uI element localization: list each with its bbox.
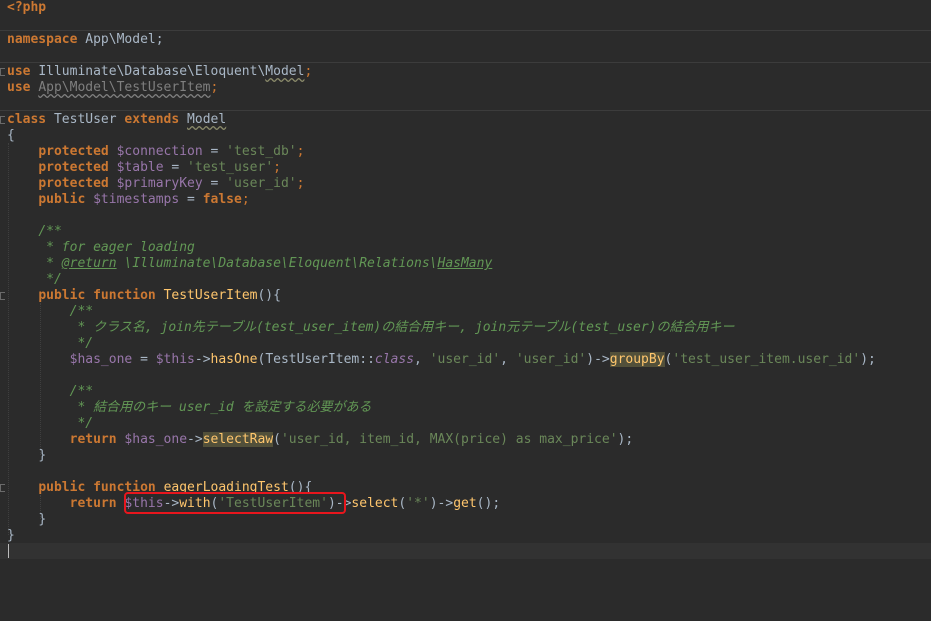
brace: } xyxy=(38,512,47,527)
doc-type[interactable]: HasMany xyxy=(438,256,493,271)
string: 'user_id' xyxy=(429,352,501,367)
code-line[interactable]: */ xyxy=(7,336,93,352)
variable: $this xyxy=(155,352,195,367)
variable: $has_one xyxy=(124,432,188,447)
keyword: protected xyxy=(38,144,109,159)
highlight-annotation-box xyxy=(124,492,346,514)
string: 'test_db' xyxy=(226,144,297,159)
code-line[interactable]: namespace App\Model; xyxy=(7,32,164,48)
code-line[interactable]: protected $primaryKey = 'user_id'; xyxy=(7,176,304,192)
code-line[interactable]: * for eager loading xyxy=(7,240,195,256)
keyword: return xyxy=(69,432,117,447)
code-line[interactable]: use Illuminate\Database\Eloquent\Model; xyxy=(7,64,312,80)
doc-comment: */ xyxy=(38,272,62,287)
keyword: public xyxy=(38,480,86,495)
doc-comment: * クラス名, join先テーブル(test_user_item)の結合用キー,… xyxy=(69,320,735,335)
doc-comment: \Illuminate\Database\Eloquent\Relations\ xyxy=(116,256,438,271)
doc-comment: * 結合用のキー user_id を設定する必要がある xyxy=(69,400,372,415)
code-line[interactable]: $has_one = $this->hasOne(TestUserItem::c… xyxy=(7,352,876,368)
string: 'test_user' xyxy=(187,160,274,175)
import-path: Illuminate\Database\Eloquent\ xyxy=(38,64,266,79)
code-line[interactable]: protected $table = 'test_user'; xyxy=(7,160,281,176)
keyword: class xyxy=(7,112,47,127)
doc-comment: * for eager loading xyxy=(38,240,195,255)
doc-comment: * xyxy=(38,256,62,271)
parent-class[interactable]: Model xyxy=(187,112,226,127)
code-line[interactable]: } xyxy=(7,528,15,544)
keyword: namespace xyxy=(7,32,78,47)
section-separator xyxy=(0,110,931,111)
keyword: false xyxy=(202,192,242,207)
fold-marker-icon[interactable] xyxy=(0,116,5,124)
code-line[interactable]: */ xyxy=(7,416,93,432)
code-line[interactable]: } xyxy=(7,512,46,528)
method-call: hasOne xyxy=(210,352,258,367)
code-line[interactable]: * @return \Illuminate\Database\Eloquent\… xyxy=(7,256,492,272)
code-line[interactable]: return $has_one->selectRaw('user_id, ite… xyxy=(7,432,633,448)
function-name: TestUserItem xyxy=(163,288,258,303)
current-line-highlight xyxy=(0,543,931,559)
string: 'user_id' xyxy=(515,352,587,367)
keyword: use xyxy=(7,80,31,95)
class-constant: class xyxy=(374,352,415,367)
code-line[interactable]: /** xyxy=(7,224,62,240)
code-line[interactable]: * クラス名, join先テーブル(test_user_item)の結合用キー,… xyxy=(7,320,735,336)
string: 'user_id, item_id, MAX(price) as max_pri… xyxy=(280,432,618,447)
code-line[interactable]: { xyxy=(7,128,15,144)
doc-comment: */ xyxy=(69,336,94,351)
code-line[interactable]: /** xyxy=(7,304,93,320)
brace: } xyxy=(38,448,47,463)
keyword: public xyxy=(38,288,86,303)
code-line[interactable]: <?php xyxy=(7,0,46,16)
keyword: function xyxy=(93,288,156,303)
class-name: TestUser xyxy=(53,112,117,127)
brace: { xyxy=(7,128,15,143)
code-line[interactable]: */ xyxy=(7,272,62,288)
property: $primaryKey xyxy=(116,176,203,191)
text-caret xyxy=(8,544,9,558)
doc-comment: /** xyxy=(69,304,94,319)
doc-tag: @return xyxy=(61,256,117,271)
fold-marker-icon[interactable] xyxy=(0,68,5,76)
php-open-tag: <?php xyxy=(7,0,47,15)
keyword: public xyxy=(38,192,86,207)
method-call: groupBy xyxy=(609,352,665,367)
property: $timestamps xyxy=(93,192,180,207)
namespace-name: App\Model; xyxy=(85,32,164,47)
string: '*' xyxy=(406,496,430,511)
class-ref: TestUserItem xyxy=(265,352,360,367)
keyword: return xyxy=(69,496,117,511)
code-editor[interactable]: <?php namespace App\Model; use Illuminat… xyxy=(0,0,931,621)
keyword: protected xyxy=(38,160,109,175)
doc-comment: */ xyxy=(69,416,94,431)
code-line[interactable]: use App\Model\TestUserItem; xyxy=(7,80,218,96)
section-separator xyxy=(0,62,931,63)
code-line[interactable]: * 結合用のキー user_id を設定する必要がある xyxy=(7,400,372,416)
import-class[interactable]: Model xyxy=(265,64,304,79)
code-line[interactable]: class TestUser extends Model xyxy=(7,112,226,128)
variable: $has_one xyxy=(69,352,133,367)
code-line[interactable]: } xyxy=(7,448,46,464)
code-line[interactable]: /** xyxy=(7,384,93,400)
keyword: protected xyxy=(38,176,109,191)
section-separator xyxy=(0,30,931,31)
fold-marker-icon[interactable] xyxy=(0,292,5,300)
method-call: selectRaw xyxy=(202,432,274,447)
property: $connection xyxy=(116,144,203,159)
method-call: select xyxy=(351,496,399,511)
doc-comment: /** xyxy=(38,224,62,239)
unused-import[interactable]: App\Model\TestUserItem xyxy=(38,80,210,95)
code-line[interactable]: public function TestUserItem(){ xyxy=(7,288,281,304)
code-line[interactable]: public $timestamps = false; xyxy=(7,192,249,208)
doc-comment: /** xyxy=(69,384,94,399)
string: 'user_id' xyxy=(226,176,297,191)
keyword: extends xyxy=(124,112,180,127)
keyword: use xyxy=(7,64,31,79)
property: $table xyxy=(116,160,164,175)
code-line[interactable]: protected $connection = 'test_db'; xyxy=(7,144,304,160)
fold-marker-icon[interactable] xyxy=(0,484,5,492)
brace: } xyxy=(7,528,15,543)
method-call: get xyxy=(453,496,477,511)
string: 'test_user_item.user_id' xyxy=(672,352,861,367)
